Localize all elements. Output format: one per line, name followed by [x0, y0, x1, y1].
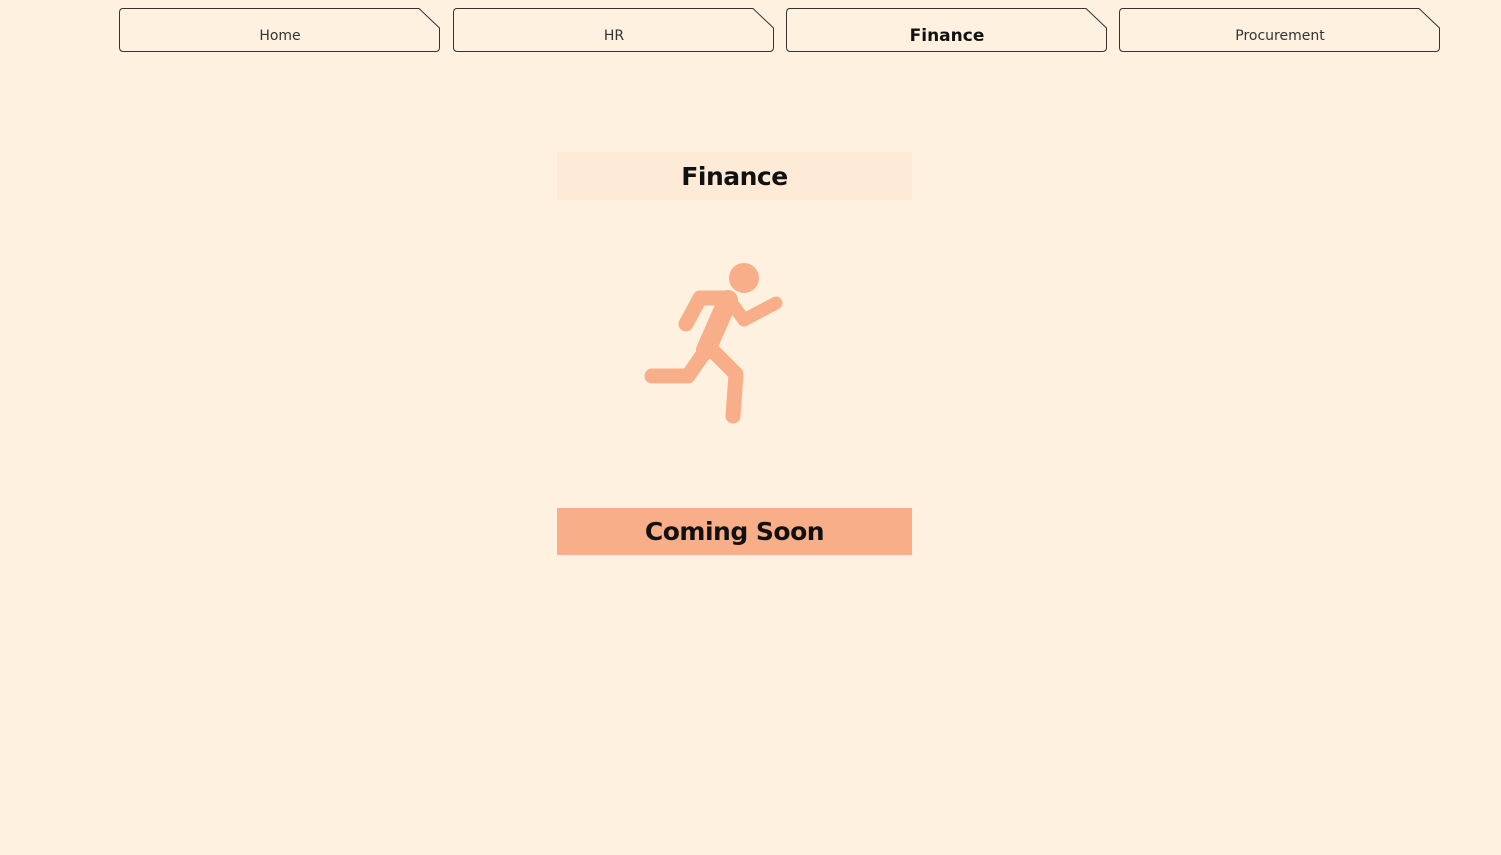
runner-head	[729, 263, 759, 293]
running-person-icon	[644, 263, 783, 424]
tab-home[interactable]: Home	[119, 8, 441, 52]
tab-hr[interactable]: HR	[453, 8, 775, 52]
tab-procurement-label: Procurement	[1235, 28, 1325, 44]
coming-soon-text: Coming Soon	[644, 517, 825, 546]
page-title: Finance	[681, 161, 788, 191]
tab-hr-label: HR	[603, 28, 625, 44]
tab-finance[interactable]: Finance	[786, 8, 1108, 52]
tab-finance-label: Finance	[909, 26, 985, 46]
page-title-box: Finance	[557, 152, 912, 200]
coming-soon-banner: Coming Soon	[557, 508, 912, 555]
tab-home-label: Home	[259, 28, 301, 44]
tab-procurement[interactable]: Procurement	[1119, 8, 1441, 52]
